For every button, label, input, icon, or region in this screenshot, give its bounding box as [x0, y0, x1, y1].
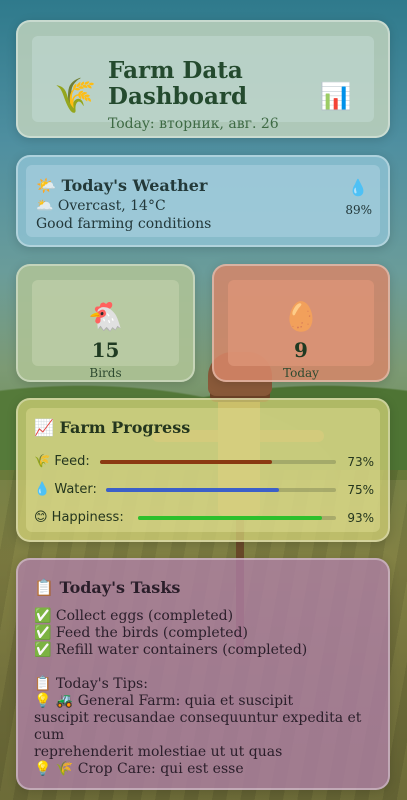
happiness-progress-bar — [138, 516, 336, 520]
feed-progress-bar — [100, 460, 336, 464]
weather-title: 🌤️ Today's Weather — [36, 176, 208, 195]
task-item: ✅ Collect eggs (completed) — [34, 608, 234, 624]
feed-progress-fill — [100, 460, 273, 464]
water-progress-bar — [106, 488, 336, 492]
birds-panel: 🐔 15 Birds — [32, 280, 179, 380]
droplet-icon: 💧 — [348, 178, 368, 197]
water-value: 75% — [347, 483, 374, 497]
weather-note: Good farming conditions — [36, 216, 212, 232]
progress-row-happiness: 😊 Happiness: 93% — [34, 508, 374, 528]
happiness-label: 😊 Happiness: — [34, 510, 124, 525]
wheat-icon: 🌾 — [54, 76, 97, 116]
feed-value: 73% — [347, 455, 374, 469]
tip-general-farm-line1: 💡 🚜 General Farm: quia et suscipit — [34, 693, 294, 709]
task-item: ✅ Refill water containers (completed) — [34, 642, 308, 658]
dashboard-header-card: 🌾 Farm Data Dashboard Today: вторник, ав… — [16, 20, 390, 138]
tips-title: 📋 Today's Tips: — [34, 676, 148, 692]
progress-row-water: 💧 Water: 75% — [34, 480, 374, 500]
water-progress-fill — [106, 488, 279, 492]
egg-icon: 🥚 — [283, 300, 319, 333]
feed-label: 🌾 Feed: — [34, 454, 90, 469]
chicken-icon: 🐔 — [88, 300, 123, 333]
header-panel: 🌾 Farm Data Dashboard Today: вторник, ав… — [32, 36, 374, 132]
weather-card[interactable]: 🌤️ Today's Weather 🌥️ Overcast, 14°C Goo… — [16, 155, 390, 247]
eggs-count: 9 — [294, 338, 308, 362]
eggs-panel: 🥚 9 Today — [228, 280, 374, 380]
humidity-value: 89% — [345, 203, 372, 217]
tasks-title: 📋 Today's Tasks — [34, 578, 181, 597]
current-date: Today: вторник, авг. 26 — [108, 116, 279, 132]
task-item: ✅ Feed the birds (completed) — [34, 625, 248, 641]
weather-condition: 🌥️ Overcast, 14°C — [36, 198, 166, 214]
farm-progress-card: 📈 Farm Progress 🌾 Feed: 73% 💧 Water: 75%… — [16, 398, 390, 542]
tip-crop-care: 💡 🌾 Crop Care: qui est esse — [34, 761, 244, 777]
birds-stat-card[interactable]: 🐔 15 Birds — [16, 264, 195, 382]
bar-chart-icon[interactable]: 📊 — [320, 82, 352, 112]
tip-general-farm-line2: suscipit recusandae consequuntur expedit… — [34, 710, 362, 743]
progress-row-feed: 🌾 Feed: 73% — [34, 452, 374, 472]
water-label: 💧 Water: — [34, 482, 97, 497]
happiness-value: 93% — [347, 511, 374, 525]
tasks-card: 📋 Today's Tasks ✅ Collect eggs (complete… — [16, 558, 390, 790]
tasks-spacer — [34, 659, 376, 676]
birds-label: Birds — [89, 366, 122, 380]
birds-count: 15 — [91, 338, 120, 362]
happiness-progress-fill — [138, 516, 323, 520]
eggs-stat-card[interactable]: 🥚 9 Today — [212, 264, 390, 382]
tip-general-farm-line3: reprehenderit molestiae ut ut quas — [34, 744, 283, 760]
eggs-label: Today — [283, 366, 319, 380]
page-title: Farm Data Dashboard — [108, 57, 248, 111]
progress-title: 📈 Farm Progress — [34, 418, 191, 437]
tasks-body: ✅ Collect eggs (completed) ✅ Feed the bi… — [34, 608, 376, 778]
